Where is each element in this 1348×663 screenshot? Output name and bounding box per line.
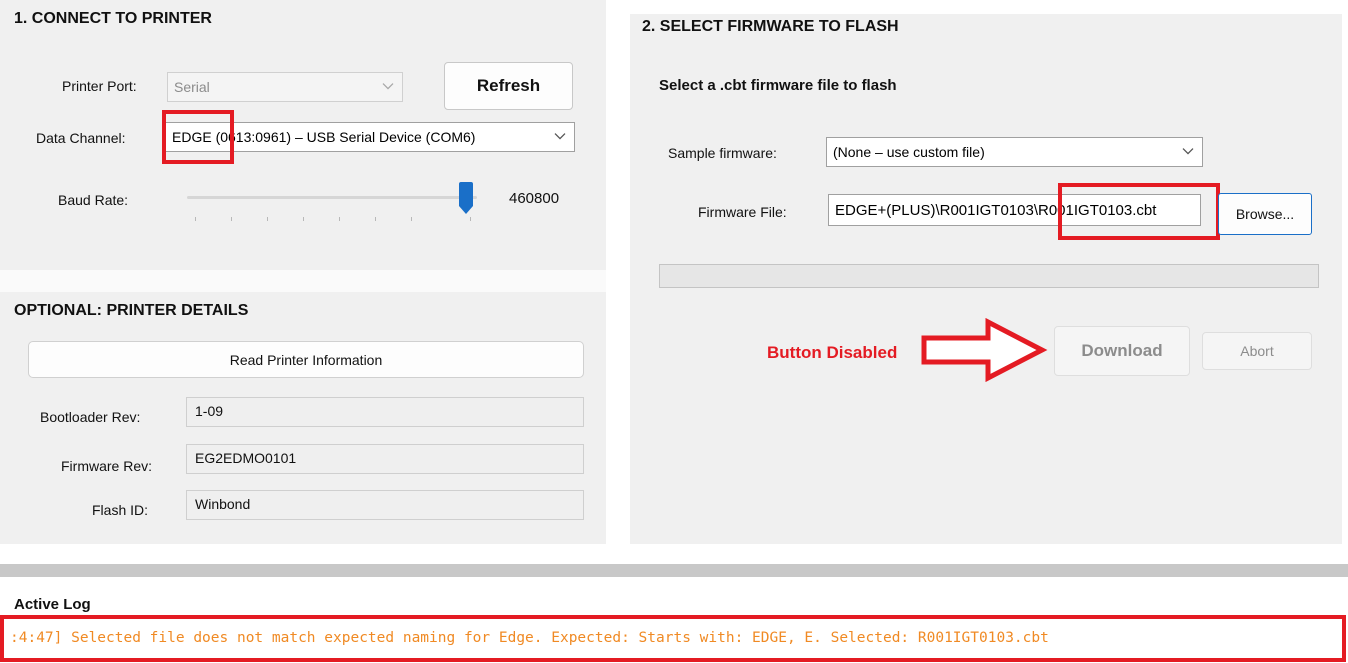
printer-port-value: Serial: [174, 79, 210, 95]
bootloader-rev-field: 1-09: [186, 397, 584, 427]
log-splitter[interactable]: [0, 564, 1348, 577]
highlight-firmware-filename: [1058, 183, 1220, 240]
firmware-rev-label: Firmware Rev:: [61, 458, 153, 474]
sample-firmware-select[interactable]: (None – use custom file): [826, 137, 1203, 167]
refresh-label: Refresh: [476, 76, 541, 95]
download-button[interactable]: Download: [1054, 326, 1190, 376]
flash-id-field: Winbond: [186, 490, 584, 520]
abort-button[interactable]: Abort: [1202, 332, 1312, 370]
read-printer-information-label: Read Printer Information: [229, 351, 383, 368]
baud-rate-label: Baud Rate:: [58, 192, 129, 208]
flash-progress-bar: [659, 264, 1319, 288]
connect-title: 1. CONNECT TO PRINTER: [14, 10, 212, 27]
chevron-down-icon: [554, 133, 566, 140]
highlight-data-channel: [162, 110, 234, 164]
firmware-rev-field: EG2EDMO0101: [186, 444, 584, 474]
button-disabled-annotation: Button Disabled: [767, 343, 898, 362]
read-printer-information-button[interactable]: Read Printer Information: [28, 341, 584, 378]
printer-port-label: Printer Port:: [62, 78, 137, 94]
data-channel-label: Data Channel:: [36, 130, 126, 146]
firmware-subtitle: Select a .cbt firmware file to flash: [659, 77, 897, 94]
arrow-right-icon: [921, 318, 1048, 382]
abort-label: Abort: [1240, 343, 1274, 359]
browse-button[interactable]: Browse...: [1218, 193, 1312, 235]
slider-track: [187, 196, 477, 199]
details-title: OPTIONAL: PRINTER DETAILS: [14, 302, 249, 319]
baud-rate-value: 460800: [509, 190, 560, 207]
browse-label: Browse...: [1235, 206, 1295, 222]
sample-firmware-label: Sample firmware:: [668, 145, 777, 161]
chevron-down-icon: [1182, 148, 1194, 155]
active-log-title: Active Log: [14, 596, 91, 613]
chevron-down-icon: [382, 83, 394, 90]
download-label: Download: [1081, 341, 1163, 360]
sample-firmware-value: (None – use custom file): [833, 144, 985, 160]
printer-port-select[interactable]: Serial: [167, 72, 403, 102]
firmware-file-label: Firmware File:: [698, 204, 787, 220]
flash-id-label: Flash ID:: [92, 502, 149, 518]
details-divider: [0, 270, 606, 292]
refresh-button[interactable]: Refresh: [444, 62, 573, 110]
bootloader-rev-label: Bootloader Rev:: [40, 409, 141, 425]
firmware-title: 2. SELECT FIRMWARE TO FLASH: [642, 18, 899, 35]
highlight-log-line: [0, 615, 1346, 662]
slider-thumb-icon[interactable]: [459, 182, 473, 214]
